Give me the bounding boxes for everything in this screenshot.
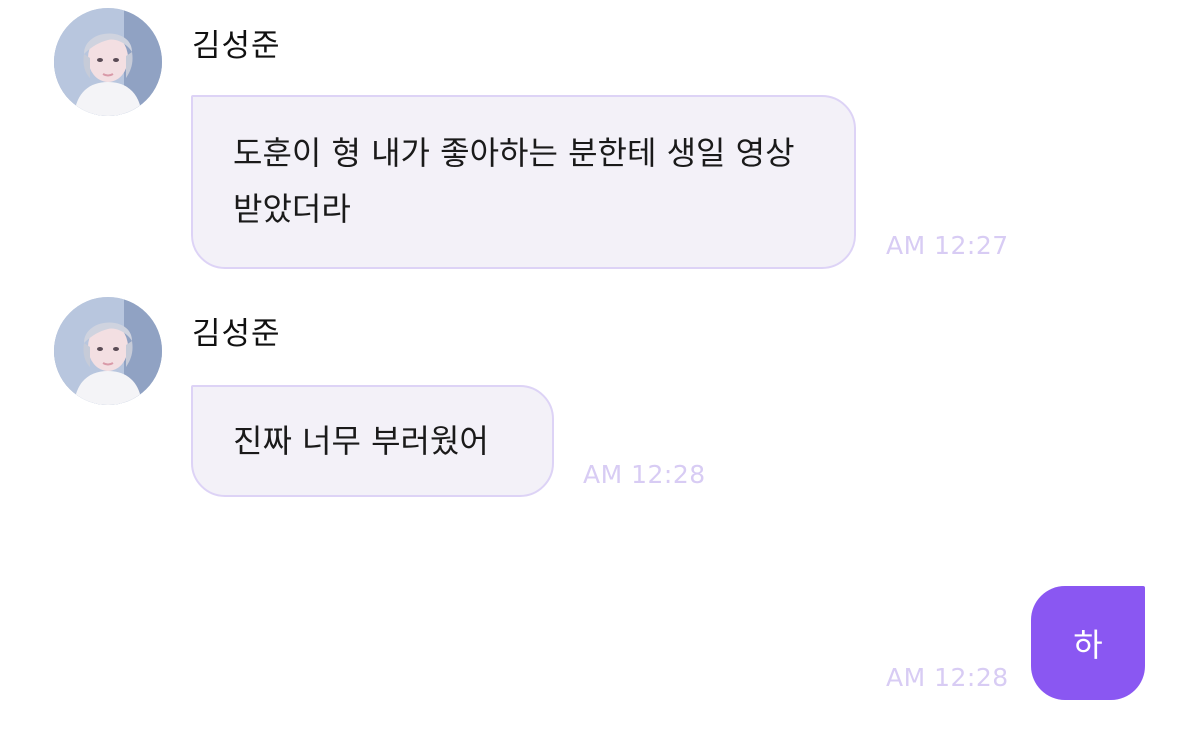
chat-thread: 김성준 도훈이 형 내가 좋아하는 분한테 생일 영상 받았더라 AM 12:2… <box>0 0 1200 743</box>
message-bubble-outgoing[interactable]: 하 <box>1031 586 1145 700</box>
message-text: 도훈이 형 내가 좋아하는 분한테 생일 영상 받았더라 <box>233 134 795 228</box>
avatar[interactable] <box>54 297 162 405</box>
message-timestamp: AM 12:27 <box>886 231 1009 260</box>
message-text: 진짜 너무 부러웠어 <box>233 422 489 460</box>
message-timestamp: AM 12:28 <box>583 460 706 489</box>
avatar[interactable] <box>54 8 162 116</box>
sender-name: 김성준 <box>192 28 281 64</box>
message-bubble[interactable]: 진짜 너무 부러웠어 <box>191 385 554 497</box>
profile-photo <box>54 8 162 116</box>
profile-photo <box>54 297 162 405</box>
sender-name: 김성준 <box>192 316 281 352</box>
message-text: 하 <box>1073 626 1103 664</box>
message-bubble[interactable]: 도훈이 형 내가 좋아하는 분한테 생일 영상 받았더라 <box>191 95 856 269</box>
message-timestamp: AM 12:28 <box>886 663 1009 692</box>
